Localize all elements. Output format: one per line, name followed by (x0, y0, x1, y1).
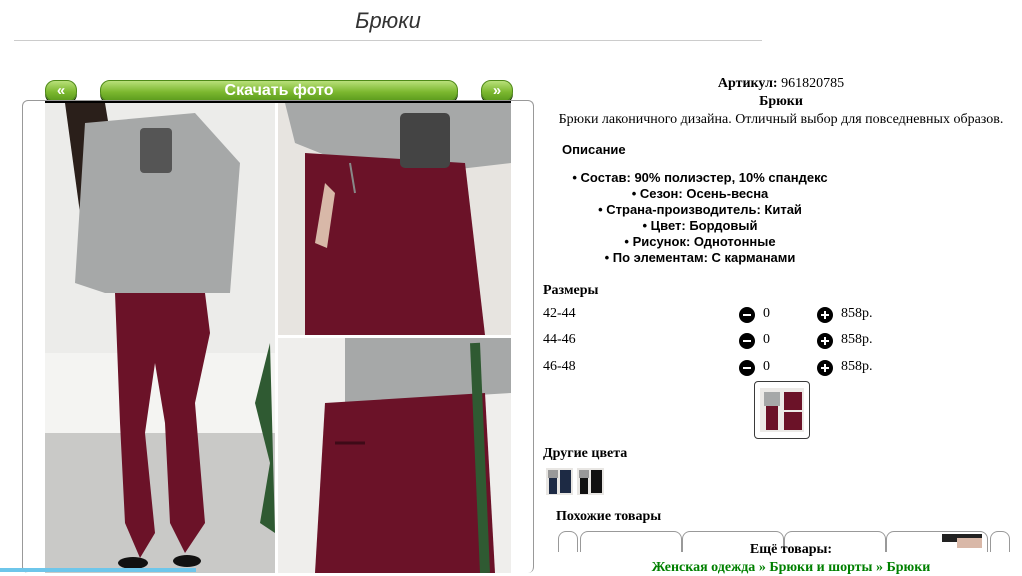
other-color-thumbnail[interactable] (577, 468, 604, 495)
other-color-thumbnail[interactable] (546, 468, 573, 495)
selected-photo-thumbnail[interactable] (754, 381, 810, 439)
description-item: Сезон: Осень-весна (540, 186, 860, 202)
product-tagline: Брюки лаконичного дизайна. Отличный выбо… (558, 112, 1004, 127)
plus-icon[interactable] (817, 360, 833, 376)
size-row: 46-48 0 858р. (543, 359, 943, 379)
breadcrumb-separator: » (875, 560, 883, 575)
size-row: 42-44 0 858р. (543, 306, 943, 326)
breadcrumb-link[interactable]: Брюки (886, 560, 930, 575)
size-label: 46-48 (543, 359, 576, 374)
minus-icon[interactable] (739, 333, 755, 349)
size-row: 44-46 0 858р. (543, 332, 943, 352)
description-item: По элементам: С карманами (540, 250, 860, 266)
article-value: 961820785 (781, 76, 845, 91)
prev-photo-button[interactable]: « (45, 80, 77, 102)
article-line: Артикул: 961820785 (540, 76, 1022, 92)
similar-heading: Похожие товары (556, 509, 662, 524)
quantity-value: 0 (763, 306, 770, 321)
plus-icon[interactable] (817, 307, 833, 323)
description-item: Состав: 90% полиэстер, 10% спандекс (540, 170, 860, 186)
price-value: 858р. (841, 332, 873, 347)
quantity-value: 0 (763, 359, 770, 374)
minus-icon[interactable] (739, 307, 755, 323)
sizes-heading: Размеры (543, 283, 599, 298)
download-photo-button[interactable]: Скачать фото (100, 80, 458, 102)
title-divider (14, 40, 762, 41)
breadcrumb-link[interactable]: Брюки и шорты (769, 560, 872, 575)
breadcrumb-separator: » (758, 560, 766, 575)
quantity-value: 0 (763, 332, 770, 347)
other-colors-heading: Другие цвета (543, 446, 628, 461)
description-list: Состав: 90% полиэстер, 10% спандекс Сезо… (540, 170, 860, 266)
category-breadcrumb: Женская одежда » Брюки и шорты » Брюки (540, 560, 1022, 576)
product-photo[interactable] (45, 103, 511, 573)
size-label: 44-46 (543, 332, 576, 347)
plus-icon[interactable] (817, 333, 833, 349)
breadcrumb-link[interactable]: Женская одежда (652, 560, 756, 575)
description-item: Рисунок: Однотонные (540, 234, 860, 250)
photo-viewer (22, 100, 534, 573)
description-item: Страна-производитель: Китай (540, 202, 860, 218)
price-value: 858р. (841, 359, 873, 374)
thumbnail-image (760, 388, 804, 432)
next-photo-button[interactable]: » (481, 80, 513, 102)
page-title: Брюки (355, 8, 421, 33)
price-value: 858р. (841, 306, 873, 321)
product-name: Брюки (759, 94, 803, 109)
description-heading: Описание (562, 142, 626, 157)
bottom-accent-line (0, 568, 196, 572)
minus-icon[interactable] (739, 360, 755, 376)
article-label: Артикул: (717, 76, 778, 91)
more-heading: Ещё товары: (749, 542, 833, 557)
description-item: Цвет: Бордовый (540, 218, 860, 234)
size-label: 42-44 (543, 306, 576, 321)
